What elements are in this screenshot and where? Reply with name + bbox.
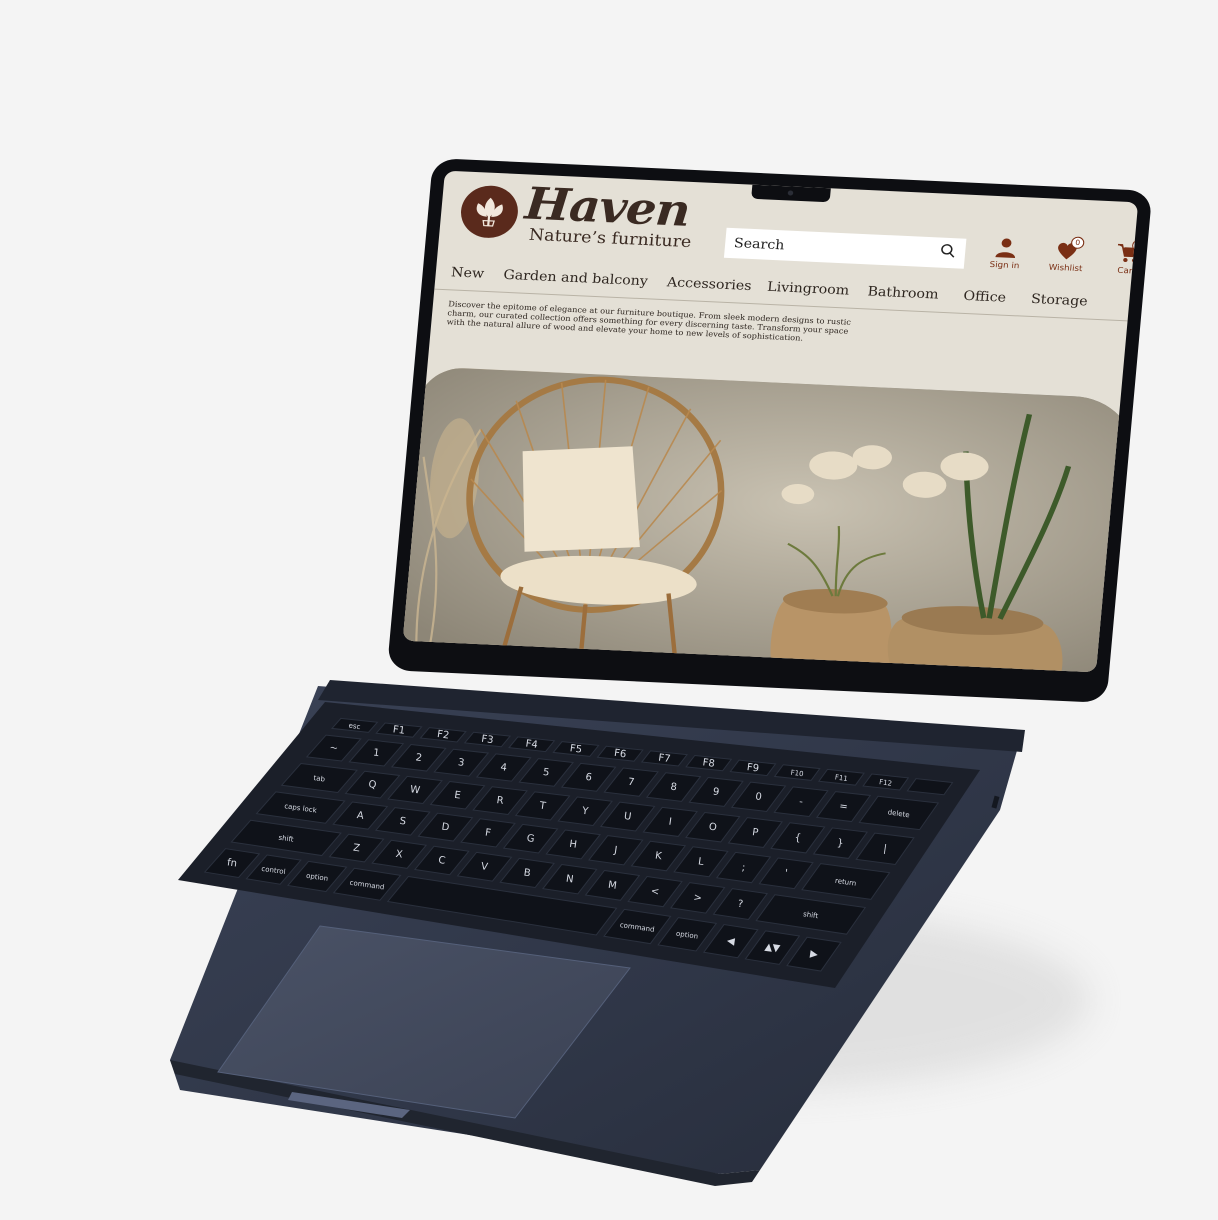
nav-item-garden-and-balcony[interactable]: Garden and balcony <box>503 268 649 290</box>
user-icon <box>995 238 1016 258</box>
wishlist-label: Wishlist <box>1048 262 1083 274</box>
cart-label: Cart <box>1116 265 1137 276</box>
key-label: G <box>526 833 535 845</box>
cart-button[interactable]: 0 Cart <box>1103 239 1139 276</box>
sign-in-label: Sign in <box>989 259 1020 271</box>
hero-image <box>402 366 1139 673</box>
key-label: fn <box>226 857 237 869</box>
nav-item-storage[interactable]: Storage <box>1030 292 1088 310</box>
nav-item-accessories[interactable]: Accessories <box>666 275 752 294</box>
laptop-lid: Haven Nature’s furniture Search Sign in … <box>386 158 1153 703</box>
leaf-logo-icon <box>458 184 521 239</box>
key-label: H <box>569 839 578 851</box>
key-label: W <box>409 784 420 796</box>
key-label: Q <box>368 779 377 791</box>
search-placeholder: Search <box>733 235 786 253</box>
key-label: < <box>650 886 660 898</box>
key-label: > <box>693 892 703 904</box>
wishlist-button[interactable]: 0 Wishlist <box>1042 236 1091 274</box>
sign-in-button[interactable]: Sign in <box>981 236 1030 271</box>
key-label: tab <box>313 774 326 784</box>
key-label: F9 <box>746 762 760 775</box>
key-label: = <box>839 801 849 813</box>
search-input[interactable]: Search <box>723 227 967 269</box>
key-label: O <box>708 822 717 834</box>
brand[interactable]: Haven Nature’s furniture <box>458 178 696 251</box>
intro-text: Discover the epitome of elegance at our … <box>446 299 852 343</box>
nav-item-office[interactable]: Office <box>963 289 1007 306</box>
cart-icon <box>1117 243 1139 263</box>
key-label: M <box>607 880 617 892</box>
key-label: ▲▼ <box>764 942 781 955</box>
key-label: U <box>623 811 632 823</box>
nav-item-bathroom[interactable]: Bathroom <box>867 284 939 302</box>
nav-item-livingroom[interactable]: Livingroom <box>767 280 850 299</box>
key-label: N <box>565 874 574 886</box>
nav-item-new[interactable]: New <box>450 265 484 282</box>
website-screen: Haven Nature’s furniture Search Sign in … <box>402 170 1139 673</box>
wishlist-count-badge: 0 <box>1070 236 1085 250</box>
camera-notch <box>751 184 831 203</box>
search-icon[interactable] <box>938 243 957 264</box>
